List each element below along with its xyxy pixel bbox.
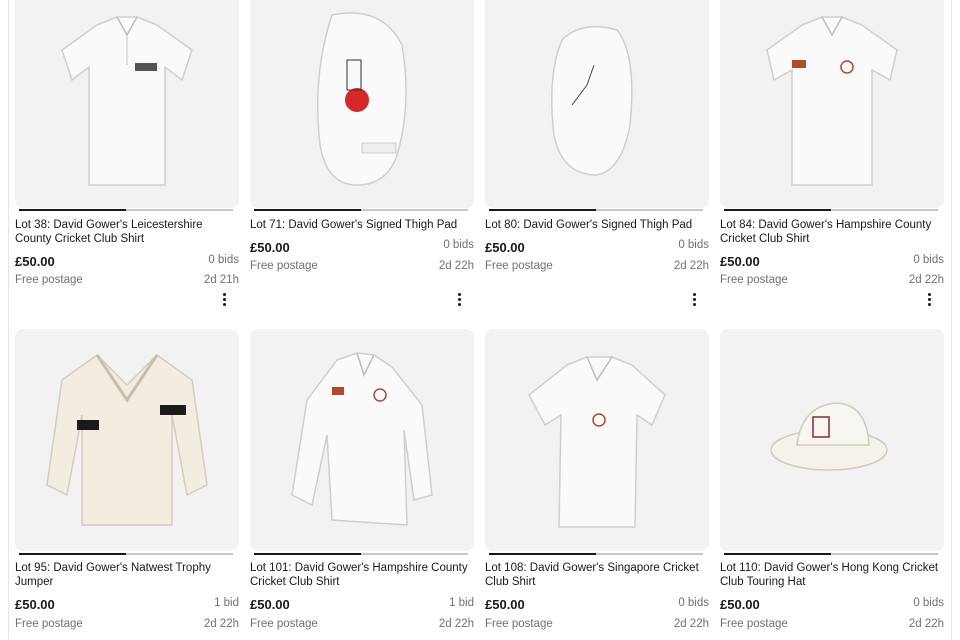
- listing-time-left: 2d 22h: [908, 274, 944, 286]
- progress-fill: [724, 209, 831, 211]
- thigh-pad-icon: [317, 12, 407, 186]
- listing-title[interactable]: Lot 80: David Gower's Signed Thigh Pad: [485, 218, 709, 232]
- listing-image[interactable]: [250, 329, 474, 551]
- listing-bids: 0 bids: [913, 254, 944, 266]
- listing-price: £50.00: [720, 254, 760, 269]
- progress-bar: [724, 209, 938, 211]
- listing-title[interactable]: Lot 95: David Gower's Natwest Trophy Jum…: [15, 561, 239, 589]
- listing-bids: 1 bid: [214, 597, 239, 609]
- listing-time-left: 2d 22h: [908, 618, 944, 630]
- listing-postage: Free postage: [250, 260, 318, 272]
- more-options-icon[interactable]: [687, 291, 701, 307]
- listing-title[interactable]: Lot 110: David Gower's Hong Kong Cricket…: [720, 561, 944, 589]
- shirt-icon: [766, 16, 898, 186]
- listing-image[interactable]: [485, 0, 709, 208]
- listing-image[interactable]: [720, 0, 944, 208]
- listing-image[interactable]: [15, 329, 239, 551]
- listing-postage: Free postage: [720, 618, 788, 630]
- listing-bids: 0 bids: [678, 597, 709, 609]
- listing-image[interactable]: [250, 0, 474, 208]
- listing-bids: 0 bids: [913, 597, 944, 609]
- listing-title[interactable]: Lot 84: David Gower's Hampshire County C…: [720, 218, 944, 246]
- more-options-icon[interactable]: [217, 291, 231, 307]
- more-options-icon[interactable]: [922, 291, 936, 307]
- listing-price: £50.00: [485, 240, 525, 255]
- shirt-icon: [61, 16, 193, 186]
- progress-bar: [489, 553, 703, 555]
- long-sleeve-shirt-icon: [291, 352, 433, 526]
- listing-postage: Free postage: [485, 618, 553, 630]
- progress-fill: [19, 553, 126, 555]
- listing-time-left: 2d 22h: [438, 618, 474, 630]
- listing-image[interactable]: [485, 329, 709, 551]
- listing-image[interactable]: [15, 0, 239, 208]
- listing-price: £50.00: [250, 240, 290, 255]
- progress-bar: [724, 553, 938, 555]
- progress-fill: [254, 209, 361, 211]
- listing-time-left: 2d 22h: [673, 618, 709, 630]
- progress-bar: [254, 209, 468, 211]
- listing-postage: Free postage: [485, 260, 553, 272]
- listing-price: £50.00: [15, 597, 55, 612]
- progress-bar: [19, 209, 233, 211]
- listing-bids: 0 bids: [443, 239, 474, 251]
- listing-time-left: 2d 21h: [203, 274, 239, 286]
- progress-fill: [489, 209, 596, 211]
- progress-bar: [489, 209, 703, 211]
- listing-bids: 0 bids: [208, 254, 239, 266]
- listing-title[interactable]: Lot 108: David Gower's Singapore Cricket…: [485, 561, 709, 589]
- listing-image[interactable]: [720, 329, 944, 551]
- listing-price: £50.00: [250, 597, 290, 612]
- listing-time-left: 2d 22h: [673, 260, 709, 272]
- listing-bids: 1 bid: [449, 597, 474, 609]
- listing-time-left: 2d 22h: [203, 618, 239, 630]
- progress-bar: [19, 553, 233, 555]
- more-options-icon[interactable]: [452, 291, 466, 307]
- listing-price: £50.00: [720, 597, 760, 612]
- listing-price: £50.00: [485, 597, 525, 612]
- listing-title[interactable]: Lot 101: David Gower's Hampshire County …: [250, 561, 474, 589]
- thigh-pad-icon: [551, 25, 633, 176]
- listing-price: £50.00: [15, 254, 55, 269]
- progress-fill: [254, 553, 361, 555]
- progress-fill: [724, 553, 831, 555]
- listing-bids: 0 bids: [678, 239, 709, 251]
- listing-postage: Free postage: [15, 618, 83, 630]
- listing-postage: Free postage: [250, 618, 318, 630]
- listing-grid: Lot 38: David Gower's Leicestershire Cou…: [0, 0, 960, 640]
- progress-fill: [19, 209, 126, 211]
- listing-postage: Free postage: [15, 274, 83, 286]
- listing-postage: Free postage: [720, 274, 788, 286]
- shirt-icon: [528, 356, 666, 528]
- progress-bar: [254, 553, 468, 555]
- listing-title[interactable]: Lot 71: David Gower's Signed Thigh Pad: [250, 218, 474, 232]
- hat-icon: [770, 402, 888, 471]
- progress-fill: [489, 553, 596, 555]
- listing-title[interactable]: Lot 38: David Gower's Leicestershire Cou…: [15, 218, 239, 246]
- listing-time-left: 2d 22h: [438, 260, 474, 272]
- jumper-icon: [46, 354, 208, 526]
